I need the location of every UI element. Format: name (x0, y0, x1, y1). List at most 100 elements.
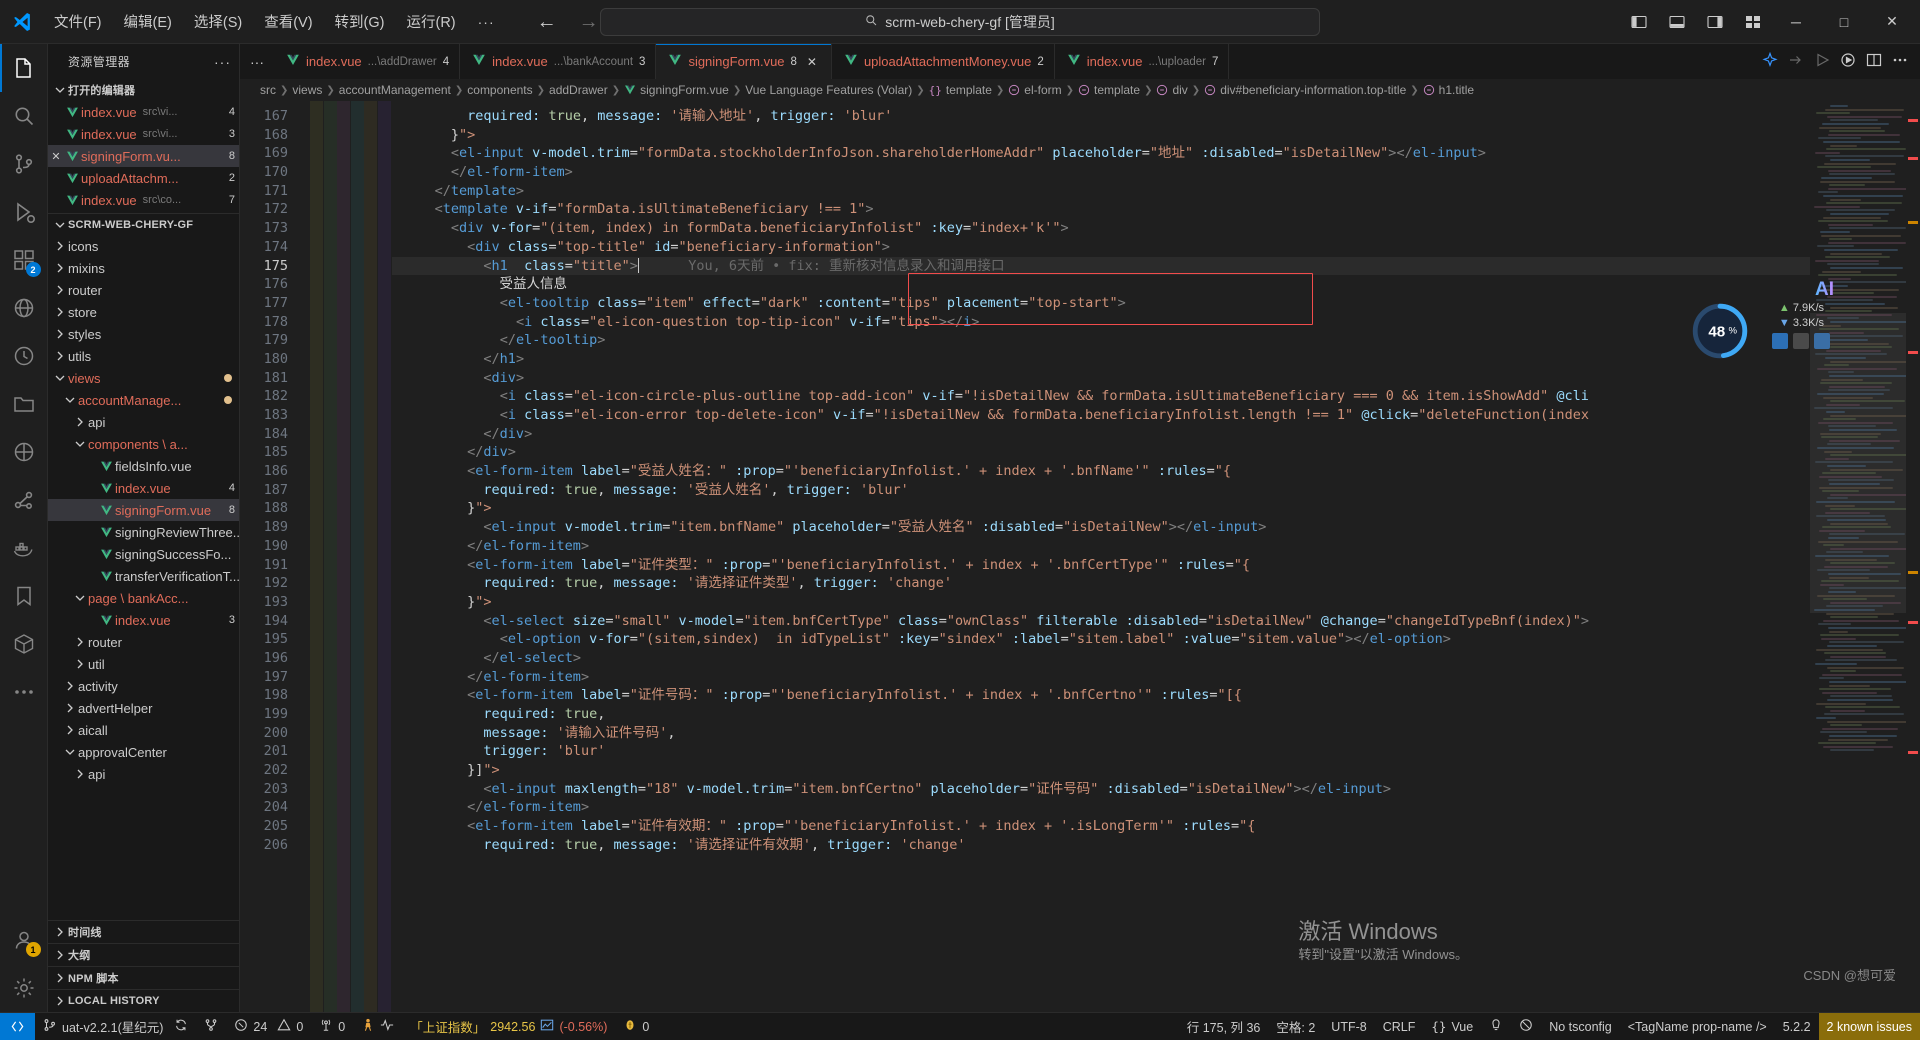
chevron-down-icon[interactable] (62, 747, 78, 757)
code-line[interactable]: <i class="el-icon-question top-tip-icon"… (392, 313, 1810, 332)
window-maximize-button[interactable]: □ (1822, 5, 1866, 39)
activity-docker[interactable] (0, 524, 48, 572)
open-editor-item[interactable]: index.vue src\vi... 4 (48, 101, 239, 123)
activity-remote-explorer[interactable] (0, 284, 48, 332)
tree-folder[interactable]: utils (48, 345, 239, 367)
code-line[interactable]: }"> (392, 126, 1810, 145)
code-line[interactable]: <el-form-item label="证件号码：" :prop="'bene… (392, 686, 1810, 705)
sync-icon[interactable] (174, 1018, 188, 1035)
breadcrumb[interactable]: src ❯ views ❯ accountManagement ❯ components ❯ a… (240, 79, 1920, 101)
tree-file[interactable]: index.vue 3 (48, 609, 239, 631)
activity-package-view[interactable] (0, 620, 48, 668)
code-line[interactable]: </el-select> (392, 649, 1810, 668)
code-line[interactable]: </el-form-item> (392, 798, 1810, 817)
tab-close-icon[interactable]: ✕ (803, 55, 821, 69)
navigation-arrows[interactable]: ← → (537, 12, 599, 32)
menu-go[interactable]: 转到(G) (325, 7, 395, 36)
chevron-down-icon[interactable] (72, 439, 88, 449)
chevron-right-icon[interactable] (62, 703, 78, 713)
tree-file[interactable]: index.vue 4 (48, 477, 239, 499)
status-version[interactable]: 5.2.2 (1775, 1013, 1819, 1040)
activity-source-control[interactable] (0, 140, 48, 188)
tree-file[interactable]: signingReviewThree... (48, 521, 239, 543)
status-tagname[interactable]: <TagName prop-name /> (1620, 1013, 1775, 1040)
activity-project-manager[interactable] (0, 380, 48, 428)
menu-selection[interactable]: 选择(S) (184, 7, 252, 36)
code-line[interactable]: </el-form-item> (392, 668, 1810, 687)
activity-test-explorer[interactable] (0, 428, 48, 476)
code-line[interactable]: </el-form-item> (392, 163, 1810, 182)
code-line[interactable]: <el-tooltip class="item" effect="dark" :… (392, 294, 1810, 313)
menu-run[interactable]: 运行(R) (396, 7, 465, 36)
tree-folder[interactable]: util (48, 653, 239, 675)
code-line[interactable]: </el-form-item> (392, 537, 1810, 556)
menu-view[interactable]: 查看(V) (254, 7, 322, 36)
breadcrumb-item[interactable]: signingForm.vue (624, 83, 729, 97)
status-stock[interactable]: 「上证指数」 2942.56 (-0.56%) (402, 1013, 615, 1040)
toggle-primary-sidebar-icon[interactable] (1622, 7, 1656, 37)
tree-file[interactable]: signingSuccessFo... (48, 543, 239, 565)
status-git-branch2[interactable] (196, 1013, 226, 1040)
code-line[interactable]: <el-input v-model.trim="item.bnfName" pl… (392, 518, 1810, 537)
tree-folder[interactable]: styles (48, 323, 239, 345)
code-line[interactable]: <i class="el-icon-error top-delete-icon"… (392, 406, 1810, 425)
activity-more-views[interactable] (0, 668, 48, 716)
tree-folder[interactable]: advertHelper (48, 697, 239, 719)
split-editor-icon[interactable] (1866, 52, 1882, 71)
tree-folder[interactable]: router (48, 631, 239, 653)
breadcrumb-item[interactable]: Vue Language Features (Volar) (745, 83, 912, 97)
window-minimize-button[interactable]: ─ (1774, 5, 1818, 39)
tab-index-vue-bankaccount[interactable]: index.vue ...\bankAccount 3 (460, 44, 657, 79)
code-line[interactable]: </div> (392, 425, 1810, 444)
code-line[interactable]: <h1 class="title"> You, 6天前 • fix: 重新核对信… (392, 256, 1810, 276)
chevron-right-icon[interactable] (62, 681, 78, 691)
chevron-down-icon[interactable] (72, 593, 88, 603)
activity-bookmarks[interactable] (0, 572, 48, 620)
more-actions-icon[interactable] (1892, 52, 1908, 71)
tree-folder[interactable]: icons (48, 235, 239, 257)
activity-todo-tree[interactable] (0, 332, 48, 380)
tree-folder[interactable]: api (48, 763, 239, 785)
customize-layout-icon[interactable] (1736, 7, 1770, 37)
open-editor-item[interactable]: uploadAttachm... 2 (48, 167, 239, 189)
breadcrumb-item[interactable]: components (467, 83, 532, 97)
sparkle-icon[interactable] (1762, 51, 1778, 71)
code-line[interactable]: <template v-if="formData.isUltimateBenef… (392, 200, 1810, 219)
code-line[interactable]: </template> (392, 182, 1810, 201)
tree-folder[interactable]: aicall (48, 719, 239, 741)
tab-index-vue-adddrawer[interactable]: index.vue ...\addDrawer 4 (274, 44, 461, 79)
close-icon[interactable]: ✕ (48, 150, 64, 163)
status-encoding[interactable]: UTF-8 (1323, 1013, 1374, 1040)
chevron-right-icon[interactable] (52, 263, 68, 273)
activity-extensions[interactable]: 2 (0, 236, 48, 284)
status-indentation[interactable]: 空格: 2 (1268, 1013, 1323, 1040)
code-line[interactable]: }"> (392, 593, 1810, 612)
code-line[interactable]: message: '请输入证件号码', (392, 724, 1810, 743)
code-line[interactable]: <i class="el-icon-circle-plus-outline to… (392, 387, 1810, 406)
code-line[interactable]: <el-input v-model.trim="formData.stockho… (392, 144, 1810, 163)
status-branch[interactable]: uat-v2.2.1(星纪元) (35, 1013, 196, 1040)
tray-widget-grid-icon[interactable] (1814, 333, 1830, 349)
status-coin[interactable]: 0 (615, 1013, 657, 1040)
toggle-panel-icon[interactable] (1660, 7, 1694, 37)
tray-widget-monitor-icon[interactable] (1793, 333, 1809, 349)
tree-file[interactable]: fieldsInfo.vue (48, 455, 239, 477)
file-tree[interactable]: icons mixins router store styles utils views ac… (48, 235, 239, 920)
chevron-down-icon[interactable] (62, 395, 78, 405)
tray-widget-network-icon[interactable] (1772, 333, 1788, 349)
activity-explorer[interactable] (0, 44, 48, 92)
breadcrumb-item[interactable]: div#beneficiary-information.top-title (1204, 83, 1406, 97)
code-line[interactable]: </el-tooltip> (392, 331, 1810, 350)
status-walkman[interactable] (353, 1013, 402, 1040)
tab-uploadattachmentmoney-vue[interactable]: uploadAttachmentMoney.vue 2 (831, 44, 1055, 79)
debug-run-icon[interactable] (1840, 52, 1856, 71)
tab-index-vue-uploader[interactable]: index.vue ...\uploader 7 (1054, 44, 1230, 79)
tree-folder[interactable]: components \ a... (48, 433, 239, 455)
code-line[interactable]: <el-select size="small" v-model="item.bn… (392, 612, 1810, 631)
tree-folder[interactable]: accountManage... (48, 389, 239, 411)
code-editor[interactable]: 167 168 169 170 171 172 173 174 175 176 177 178 179 1… (240, 101, 1920, 1012)
status-ports[interactable]: 0 (311, 1013, 353, 1040)
breadcrumb-item[interactable]: el-form (1008, 83, 1062, 97)
chevron-right-icon[interactable] (52, 329, 68, 339)
chevron-right-icon[interactable] (72, 637, 88, 647)
